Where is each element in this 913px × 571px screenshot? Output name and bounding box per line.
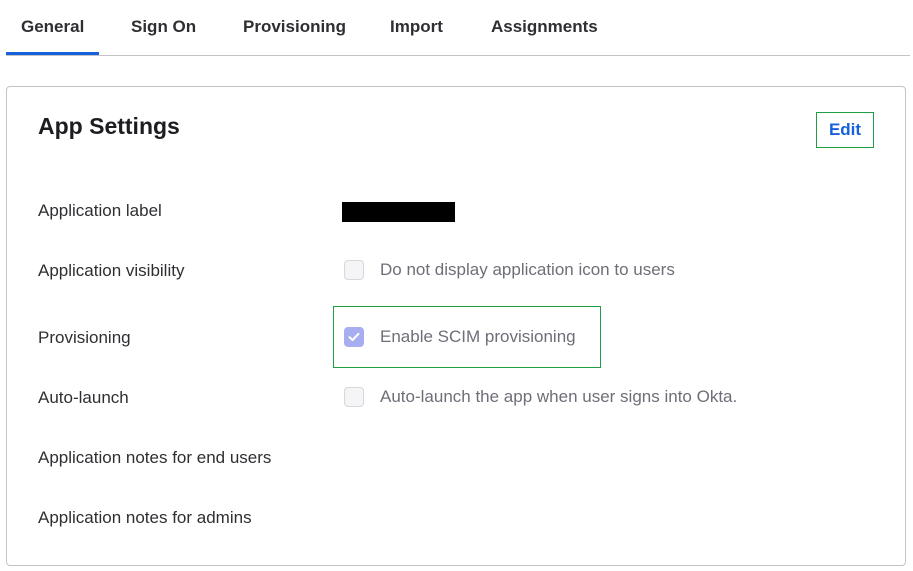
hide-icon-checkbox[interactable]	[344, 260, 364, 280]
edit-button[interactable]: Edit	[816, 112, 874, 148]
visibility-checkbox-row: Do not display application icon to users	[344, 260, 675, 280]
card-title: App Settings	[38, 113, 180, 139]
application-label-value-redacted	[342, 202, 455, 222]
auto-launch-checkbox-row: Auto-launch the app when user signs into…	[344, 387, 737, 407]
auto-launch-label: Auto-launch	[38, 388, 129, 407]
tab-assignments[interactable]: Assignments	[491, 17, 598, 55]
notes-admins-label: Application notes for admins	[38, 508, 252, 527]
tab-bar: General Sign On Provisioning Import Assi…	[5, 0, 910, 56]
tab-general[interactable]: General	[5, 17, 100, 55]
scim-checkbox-row: Enable SCIM provisioning	[344, 327, 576, 347]
enable-scim-checkbox[interactable]	[344, 327, 364, 347]
application-label-label: Application label	[38, 201, 162, 220]
enable-scim-checkbox-label: Enable SCIM provisioning	[380, 327, 576, 346]
checkmark-icon	[348, 332, 360, 341]
tab-sign-on[interactable]: Sign On	[131, 17, 196, 55]
tab-provisioning[interactable]: Provisioning	[243, 17, 346, 55]
app-settings-card: App Settings Edit Application label Appl…	[6, 86, 906, 566]
hide-icon-checkbox-label: Do not display application icon to users	[380, 260, 675, 279]
provisioning-label: Provisioning	[38, 328, 131, 347]
auto-launch-checkbox-label: Auto-launch the app when user signs into…	[380, 387, 738, 406]
notes-end-users-label: Application notes for end users	[38, 448, 272, 467]
application-visibility-label: Application visibility	[38, 261, 185, 280]
auto-launch-checkbox[interactable]	[344, 387, 364, 407]
tab-import[interactable]: Import	[390, 17, 443, 55]
